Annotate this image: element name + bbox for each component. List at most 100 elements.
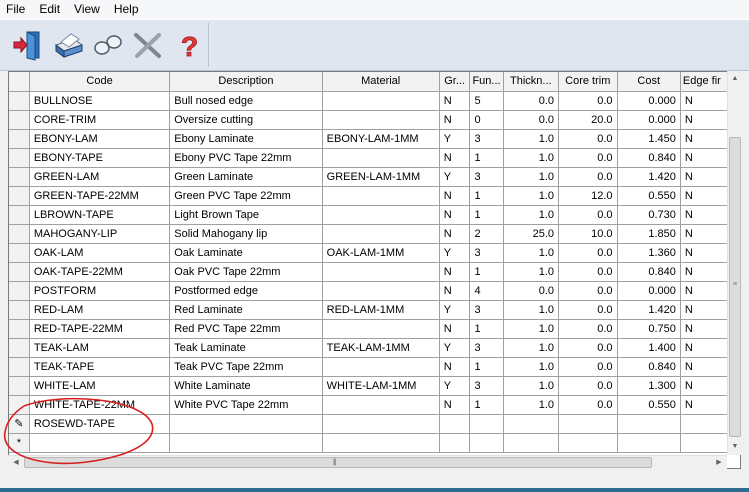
cell-cost[interactable]: 0.000 (617, 91, 681, 111)
cell-thickness[interactable]: 1.0 (503, 243, 560, 263)
cell-function[interactable] (469, 433, 504, 453)
cell-code[interactable]: GREEN-LAM (29, 167, 171, 187)
cell-group[interactable] (439, 433, 471, 453)
cell-function[interactable]: 5 (469, 91, 504, 111)
cell-material[interactable] (322, 224, 440, 244)
cell-core-trim[interactable]: 10.0 (558, 224, 618, 244)
editing-row[interactable]: ✎ ROSEWD-TAPE (9, 414, 740, 434)
cell-cost[interactable]: 1.420 (617, 300, 681, 320)
cell-description[interactable]: Ebony Laminate (169, 129, 323, 149)
cell-code[interactable]: LBROWN-TAPE (29, 205, 171, 225)
column-header-cost[interactable]: Cost (617, 72, 681, 92)
cell-core-trim[interactable]: 0.0 (558, 376, 618, 396)
cell-description[interactable] (169, 414, 323, 434)
cell-core-trim[interactable] (558, 414, 618, 434)
menu-file[interactable]: File (0, 0, 32, 19)
cell-thickness[interactable]: 1.0 (503, 357, 560, 377)
cell-function[interactable]: 0 (469, 110, 504, 130)
cell-thickness[interactable]: 0.0 (503, 110, 560, 130)
cell-function[interactable]: 3 (469, 338, 504, 358)
horizontal-scroll-thumb[interactable]: ||| (24, 457, 652, 468)
cell-function[interactable]: 1 (469, 148, 504, 168)
row-selector[interactable] (9, 281, 30, 301)
row-selector[interactable] (9, 91, 30, 111)
row-selector-new[interactable]: * (9, 433, 30, 453)
table-row[interactable]: WHITE-LAM White Laminate WHITE-LAM-1MM Y 3 1.… (9, 376, 740, 396)
cell-core-trim[interactable]: 0.0 (558, 205, 618, 225)
cell-description[interactable]: White PVC Tape 22mm (169, 395, 323, 415)
cell-thickness[interactable]: 1.0 (503, 319, 560, 339)
cell-function[interactable]: 1 (469, 395, 504, 415)
cell-core-trim[interactable] (558, 433, 618, 453)
table-row[interactable]: EBONY-LAM Ebony Laminate EBONY-LAM-1MM Y 3 1.… (9, 129, 740, 149)
cell-group[interactable]: N (439, 395, 471, 415)
column-header-thickness[interactable]: Thickn... (503, 72, 560, 92)
cell-material[interactable]: OAK-LAM-1MM (322, 243, 440, 263)
cell-cost[interactable]: 0.750 (617, 319, 681, 339)
cell-core-trim[interactable]: 0.0 (558, 148, 618, 168)
cell-thickness[interactable] (503, 433, 560, 453)
cell-group[interactable]: N (439, 319, 471, 339)
cell-code[interactable]: BULLNOSE (29, 91, 171, 111)
cell-group[interactable]: Y (439, 243, 471, 263)
cell-code[interactable]: WHITE-LAM (29, 376, 171, 396)
menu-help[interactable]: Help (107, 0, 146, 19)
cell-material[interactable] (322, 433, 440, 453)
column-header-code[interactable]: Code (29, 72, 171, 92)
cell-group[interactable]: N (439, 357, 471, 377)
cell-core-trim[interactable]: 20.0 (558, 110, 618, 130)
cell-description[interactable]: Teak Laminate (169, 338, 323, 358)
cell-code[interactable]: CORE-TRIM (29, 110, 171, 130)
cell-function[interactable]: 4 (469, 281, 504, 301)
cell-material[interactable] (322, 357, 440, 377)
column-header-description[interactable]: Description (169, 72, 323, 92)
cell-cost[interactable]: 0.550 (617, 395, 681, 415)
row-selector[interactable] (9, 110, 30, 130)
cell-function[interactable]: 1 (469, 357, 504, 377)
cell-code[interactable]: RED-TAPE-22MM (29, 319, 171, 339)
cell-material[interactable] (322, 319, 440, 339)
cell-cost[interactable]: 1.300 (617, 376, 681, 396)
cell-core-trim[interactable]: 0.0 (558, 281, 618, 301)
cell-cost[interactable]: 0.000 (617, 281, 681, 301)
data-grid[interactable]: Code Description Material Gr... Fun... T… (8, 71, 741, 469)
tools-button[interactable] (130, 27, 166, 63)
table-row[interactable]: OAK-TAPE-22MM Oak PVC Tape 22mm N 1 1.0 0.0 0.… (9, 262, 740, 282)
cell-group[interactable]: N (439, 224, 471, 244)
column-header-core-trim[interactable]: Core trim (558, 72, 618, 92)
cell-thickness[interactable]: 1.0 (503, 300, 560, 320)
menu-edit[interactable]: Edit (32, 0, 67, 19)
cell-description[interactable]: Teak PVC Tape 22mm (169, 357, 323, 377)
table-row[interactable]: RED-LAM Red Laminate RED-LAM-1MM Y 3 1.0 0.0 1.… (9, 300, 740, 320)
cell-group[interactable]: N (439, 91, 471, 111)
cell-function[interactable]: 1 (469, 262, 504, 282)
table-row[interactable]: GREEN-LAM Green Laminate GREEN-LAM-1MM Y 3 1.… (9, 167, 740, 187)
cell-thickness[interactable]: 1.0 (503, 376, 560, 396)
menu-view[interactable]: View (67, 0, 107, 19)
row-selector[interactable] (9, 376, 30, 396)
vertical-scrollbar[interactable]: ▲ ≡ ▼ (727, 71, 741, 455)
cell-cost[interactable]: 1.360 (617, 243, 681, 263)
row-selector[interactable] (9, 167, 30, 187)
cell-code[interactable]: TEAK-TAPE (29, 357, 171, 377)
cell-function[interactable]: 2 (469, 224, 504, 244)
cell-code[interactable]: EBONY-LAM (29, 129, 171, 149)
cell-code[interactable]: RED-LAM (29, 300, 171, 320)
cell-cost[interactable]: 0.840 (617, 262, 681, 282)
cell-description[interactable] (169, 433, 323, 453)
table-row[interactable]: LBROWN-TAPE Light Brown Tape N 1 1.0 0.0 0.730… (9, 205, 740, 225)
cell-description[interactable]: Ebony PVC Tape 22mm (169, 148, 323, 168)
cell-material[interactable] (322, 281, 440, 301)
cell-thickness[interactable]: 1.0 (503, 395, 560, 415)
table-row[interactable]: CORE-TRIM Oversize cutting N 0 0.0 20.0 0.000 N (9, 110, 740, 130)
cell-cost[interactable]: 1.420 (617, 167, 681, 187)
cell-code[interactable]: OAK-LAM (29, 243, 171, 263)
cell-function[interactable]: 3 (469, 300, 504, 320)
cell-group[interactable]: Y (439, 167, 471, 187)
cell-group[interactable]: N (439, 148, 471, 168)
row-selector[interactable] (9, 148, 30, 168)
cell-material[interactable]: EBONY-LAM-1MM (322, 129, 440, 149)
cell-function[interactable]: 3 (469, 167, 504, 187)
cell-group[interactable]: N (439, 262, 471, 282)
cell-code[interactable]: WHITE-TAPE-22MM (29, 395, 171, 415)
